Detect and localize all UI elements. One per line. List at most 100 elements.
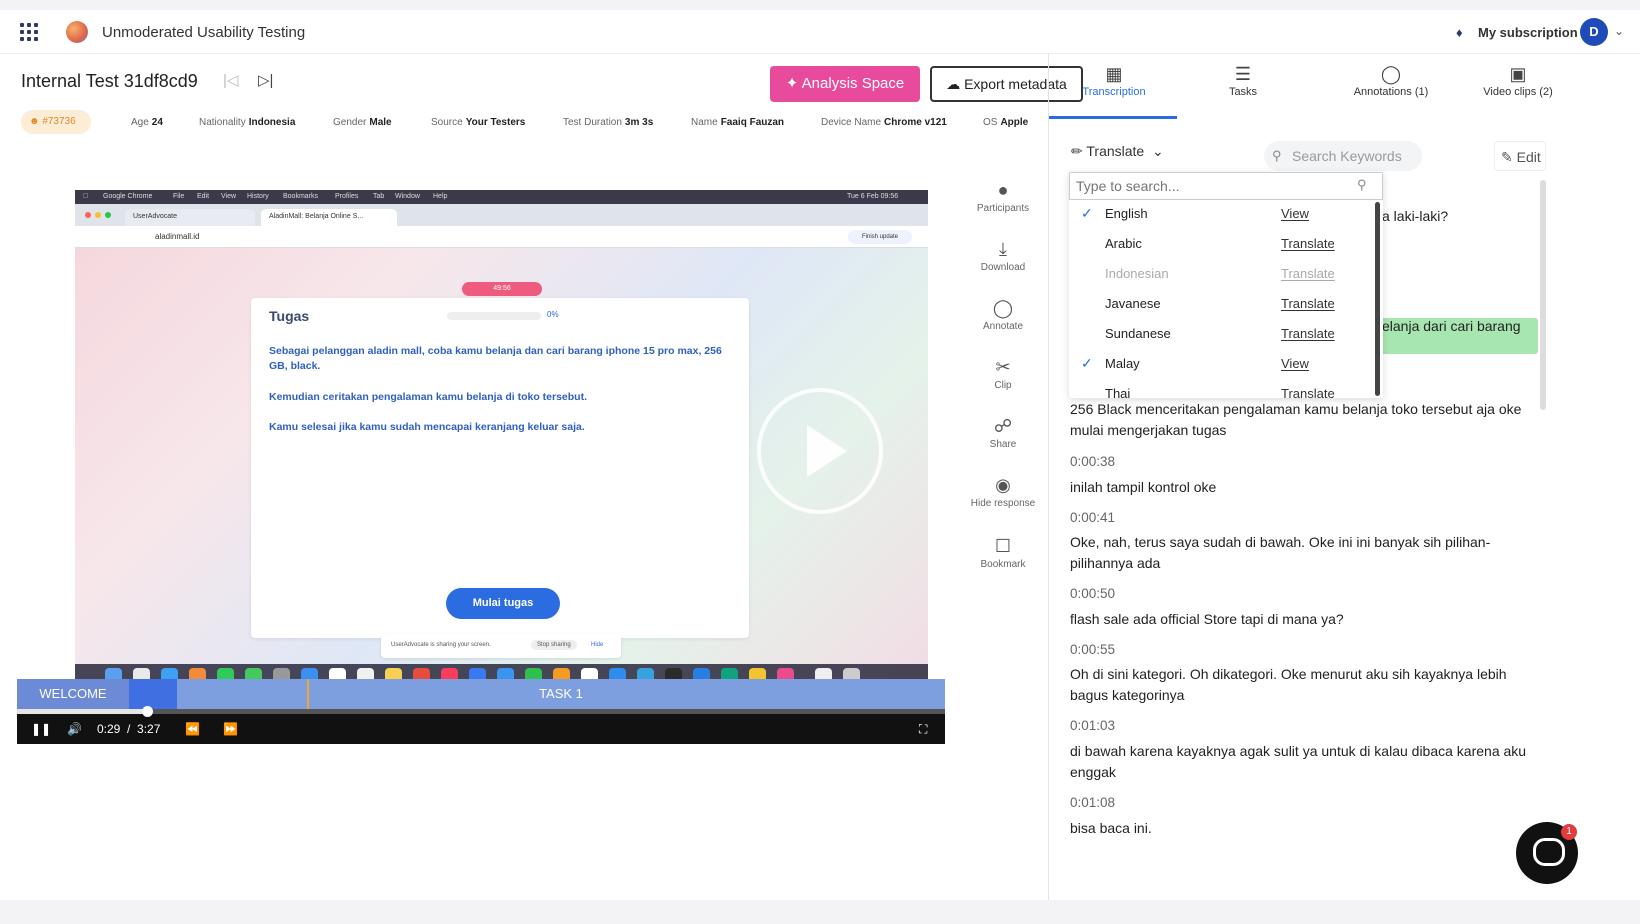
seek-thumb[interactable] xyxy=(141,706,153,717)
translate-link[interactable]: Translate xyxy=(1281,326,1335,341)
page-title: Internal Test 31df8cd9 xyxy=(21,71,198,91)
task-timeline[interactable]: WELCOME TASK 1 xyxy=(17,679,945,709)
transcript-timestamp[interactable]: 0:00:41 xyxy=(1070,510,1115,525)
translate-icon: ✏ xyxy=(1071,143,1083,159)
translate-link[interactable]: Translate xyxy=(1281,386,1335,398)
timeline-segment-welcome[interactable]: WELCOME xyxy=(17,679,129,709)
transcript-text[interactable]: inilah tampil kontrol oke xyxy=(1070,477,1540,498)
subscription-icon[interactable]: ♦ xyxy=(1456,25,1463,40)
search-keywords-input[interactable]: ⚲ Search Keywords xyxy=(1264,141,1422,171)
minimize-dot xyxy=(95,212,101,218)
transcript-text[interactable]: di bawah karena kayaknya agak sulit ya u… xyxy=(1070,741,1540,783)
language-label: Malay xyxy=(1105,356,1140,371)
share-button[interactable]: ☍ Share xyxy=(970,416,1036,450)
timeline-played-segment xyxy=(129,679,177,709)
analysis-space-button[interactable]: ✦ Analysis Space xyxy=(770,66,920,102)
hide-response-button[interactable]: ◉ Hide response xyxy=(970,475,1036,509)
fast-forward-icon[interactable]: ⏩ xyxy=(223,722,238,736)
translate-link[interactable]: Translate xyxy=(1281,236,1335,251)
transcript-timestamp[interactable]: 0:01:08 xyxy=(1070,795,1115,810)
language-label: Indonesian xyxy=(1105,266,1169,281)
download-button[interactable]: ⤓ Download xyxy=(970,239,1036,273)
dropdown-scrollbar[interactable] xyxy=(1375,202,1380,396)
rewind-icon[interactable]: ⏪ xyxy=(185,722,200,736)
tab-transcription[interactable]: ▦ Transcription xyxy=(1069,64,1159,98)
hide-label: Hide xyxy=(591,642,604,648)
edit-button[interactable]: ✎ Edit xyxy=(1494,141,1546,171)
share-icon: ☍ xyxy=(993,416,1013,436)
bookmark-button[interactable]: ☐ Bookmark xyxy=(970,536,1036,570)
transcript-scrollbar[interactable] xyxy=(1540,180,1546,410)
transcript-text[interactable]: flash sale ada official Store tapi di ma… xyxy=(1070,609,1540,630)
participants-button[interactable]: ● Participants xyxy=(970,180,1036,214)
video-player-frame[interactable]:  Google Chrome File Edit View History B… xyxy=(75,190,928,688)
language-option-indonesian: Indonesian Translate xyxy=(1069,260,1369,290)
view-link[interactable]: View xyxy=(1281,206,1309,221)
play-overlay-icon[interactable] xyxy=(757,388,883,514)
player-controls: ❚❚ 🔊 0:29 / 3:27 ⏪ ⏩ ⛶ xyxy=(17,706,945,744)
avatar[interactable]: D xyxy=(1580,18,1608,46)
finish-update-pill: Finish update xyxy=(848,230,912,244)
scissors-icon: ✂ xyxy=(995,357,1011,377)
seek-bar[interactable] xyxy=(17,706,945,717)
maximize-dot xyxy=(105,212,111,218)
annotate-button[interactable]: ◯ Annotate xyxy=(970,298,1036,332)
language-option-sundanese[interactable]: Sundanese Translate xyxy=(1069,320,1369,350)
language-option-thai[interactable]: Thai Translate xyxy=(1069,380,1369,398)
pause-icon[interactable]: ❚❚ xyxy=(31,722,51,736)
meta-source: Source Your Testers xyxy=(431,117,526,128)
check-icon: ✓ xyxy=(1081,355,1093,371)
language-search-input[interactable] xyxy=(1069,172,1383,200)
language-option-javanese[interactable]: Javanese Translate xyxy=(1069,290,1369,320)
meta-os: OS Apple xyxy=(983,117,1029,128)
task-progress-label: 0% xyxy=(547,310,559,319)
language-option-english[interactable]: ✓ English View xyxy=(1069,200,1369,230)
meta-nationality: Nationality Indonesia xyxy=(199,117,296,128)
meta-device: Device Name Chrome v121 xyxy=(821,117,947,128)
task-paragraph: Kamu selesai jika kamu sudah mencapai ke… xyxy=(269,421,585,433)
app-title: Unmoderated Usability Testing xyxy=(102,24,306,41)
cloud-upload-icon: ☁ xyxy=(946,76,965,92)
menu-item: Google Chrome xyxy=(103,193,153,200)
meta-gender: Gender Male xyxy=(333,117,392,128)
task-card: Tugas 0% Sebagai pelanggan aladin mall, … xyxy=(251,298,749,638)
chevron-down-icon[interactable]: ⌄ xyxy=(1614,24,1624,38)
transcript-timestamp[interactable]: 0:00:50 xyxy=(1070,586,1115,601)
fullscreen-icon[interactable]: ⛶ xyxy=(919,722,927,737)
language-option-malay[interactable]: ✓ Malay View xyxy=(1069,350,1369,380)
volume-icon[interactable]: 🔊 xyxy=(67,722,82,736)
transcript-timestamp[interactable]: 0:00:38 xyxy=(1070,454,1115,469)
language-label: Arabic xyxy=(1105,236,1142,251)
transcript-text[interactable]: Oke, nah, terus saya sudah di bawah. Oke… xyxy=(1070,532,1540,574)
previous-test-icon[interactable]: |◁ xyxy=(223,71,238,89)
stop-sharing-label: Stop sharing xyxy=(531,640,577,650)
transcript-text[interactable]: 256 Black menceritakan pengalaman kamu b… xyxy=(1070,399,1540,441)
transcript-text[interactable]: Oh di sini kategori. Oh dikategori. Oke … xyxy=(1070,664,1540,706)
comment-icon: ◯ xyxy=(1380,64,1402,84)
transcript-timestamp[interactable]: 0:00:55 xyxy=(1070,642,1115,657)
subscription-link[interactable]: My subscription xyxy=(1478,25,1578,40)
recording-pill: 49:56 xyxy=(462,282,542,296)
app-logo xyxy=(66,21,88,43)
export-metadata-button[interactable]: ☁ Export metadata xyxy=(930,66,1083,102)
task-paragraph: Kemudian ceritakan pengalaman kamu belan… xyxy=(269,391,588,403)
language-option-arabic[interactable]: Arabic Translate xyxy=(1069,230,1369,260)
transcript-text[interactable]: bisa baca ini. xyxy=(1070,818,1540,839)
tab-video-clips[interactable]: ▣ Video clips (2) xyxy=(1468,64,1568,98)
timeline-segment-task-1[interactable]: TASK 1 xyxy=(177,679,945,709)
video-clip-icon: ▣ xyxy=(1509,64,1527,84)
menu-item: View xyxy=(221,193,237,200)
meta-name: Name Faaiq Fauzan xyxy=(691,117,785,128)
menu-item: File xyxy=(173,193,185,200)
transcript-timestamp[interactable]: 0:01:03 xyxy=(1070,718,1115,733)
browser-tab-active: AladinMall: Belanja Online S... xyxy=(261,209,397,226)
clip-button[interactable]: ✂ Clip xyxy=(970,357,1036,391)
share-text: UserAdvocate is sharing your screen. xyxy=(391,642,491,648)
tab-tasks[interactable]: ☰ Tasks xyxy=(1198,64,1288,98)
translate-dropdown-button[interactable]: ✏ Translate ⌄ xyxy=(1071,143,1189,169)
apps-grid-icon[interactable] xyxy=(20,23,38,41)
translate-link[interactable]: Translate xyxy=(1281,296,1335,311)
view-link[interactable]: View xyxy=(1281,356,1309,371)
tab-annotations[interactable]: ◯ Annotations (1) xyxy=(1336,64,1446,98)
next-test-icon[interactable]: ▷| xyxy=(258,71,273,89)
